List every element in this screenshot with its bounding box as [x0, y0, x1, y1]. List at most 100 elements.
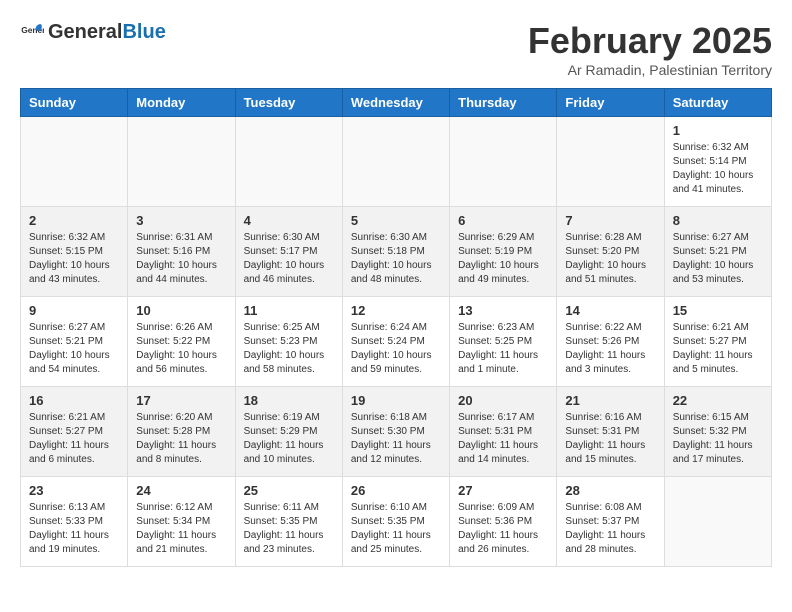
weekday-header: Tuesday	[235, 89, 342, 117]
calendar-cell: 27Sunrise: 6:09 AM Sunset: 5:36 PM Dayli…	[450, 477, 557, 567]
day-number: 12	[351, 303, 441, 318]
day-info: Sunrise: 6:24 AM Sunset: 5:24 PM Dayligh…	[351, 321, 441, 377]
day-number: 8	[673, 213, 763, 228]
day-number: 2	[29, 213, 119, 228]
day-number: 23	[29, 483, 119, 498]
day-info: Sunrise: 6:21 AM Sunset: 5:27 PM Dayligh…	[29, 411, 119, 467]
day-number: 28	[565, 483, 655, 498]
calendar-cell: 15 Sunrise: 6:21 AM Sunset: 5:27 PM Dayli…	[664, 297, 771, 387]
day-number: 26	[351, 483, 441, 498]
calendar-cell: 7 Sunrise: 6:28 AM Sunset: 5:20 PM Daylig…	[557, 207, 664, 297]
day-info: Sunrise: 6:16 AM Sunset: 5:31 PM Dayligh…	[565, 411, 655, 467]
calendar-cell: 16 Sunrise: 6:21 AM Sunset: 5:27 PM Dayli…	[21, 387, 128, 477]
calendar-cell: 18 Sunrise: 6:19 AM Sunset: 5:29 PM Dayli…	[235, 387, 342, 477]
title-area: February 2025 Ar Ramadin, Palestinian Te…	[528, 20, 772, 78]
calendar-week-row: 9 Sunrise: 6:27 AM Sunset: 5:21 PM Daylig…	[21, 297, 772, 387]
day-info: Sunrise: 6:17 AM Sunset: 5:31 PM Dayligh…	[458, 411, 548, 467]
logo-text-blue: Blue	[122, 21, 165, 43]
day-info: Sunrise: 6:28 AM Sunset: 5:20 PM Dayligh…	[565, 231, 655, 287]
day-number: 27	[458, 483, 548, 498]
calendar-week-row: 23Sunrise: 6:13 AM Sunset: 5:33 PM Dayli…	[21, 477, 772, 567]
header: General GeneralBlue February 2025 Ar Ram…	[20, 20, 772, 78]
day-number: 16	[29, 393, 119, 408]
calendar-cell: 9 Sunrise: 6:27 AM Sunset: 5:21 PM Daylig…	[21, 297, 128, 387]
day-number: 24	[136, 483, 226, 498]
day-info: Sunrise: 6:32 AM Sunset: 5:15 PM Dayligh…	[29, 231, 119, 287]
calendar-cell	[557, 117, 664, 207]
day-info: Sunrise: 6:32 AM Sunset: 5:14 PM Dayligh…	[673, 141, 763, 197]
day-number: 10	[136, 303, 226, 318]
day-number: 9	[29, 303, 119, 318]
calendar-cell: 2 Sunrise: 6:32 AM Sunset: 5:15 PM Daylig…	[21, 207, 128, 297]
calendar-cell: 25 Sunrise: 6:11 AM Sunset: 5:35 PM Dayli…	[235, 477, 342, 567]
day-number: 6	[458, 213, 548, 228]
day-info: Sunrise: 6:30 AM Sunset: 5:18 PM Dayligh…	[351, 231, 441, 287]
day-number: 25	[244, 483, 334, 498]
day-info: Sunrise: 6:27 AM Sunset: 5:21 PM Dayligh…	[29, 321, 119, 377]
day-info: Sunrise: 6:21 AM Sunset: 5:27 PM Dayligh…	[673, 321, 763, 377]
day-info: Sunrise: 6:20 AM Sunset: 5:28 PM Dayligh…	[136, 411, 226, 467]
day-info: Sunrise: 6:27 AM Sunset: 5:21 PM Dayligh…	[673, 231, 763, 287]
day-number: 4	[244, 213, 334, 228]
day-number: 20	[458, 393, 548, 408]
calendar-cell: 4Sunrise: 6:30 AM Sunset: 5:17 PM Daylig…	[235, 207, 342, 297]
logo-text-general: General	[48, 21, 122, 43]
weekday-header: Saturday	[664, 89, 771, 117]
calendar-cell: 17 Sunrise: 6:20 AM Sunset: 5:28 PM Dayli…	[128, 387, 235, 477]
calendar-cell: 10 Sunrise: 6:26 AM Sunset: 5:22 PM Dayli…	[128, 297, 235, 387]
day-info: Sunrise: 6:19 AM Sunset: 5:29 PM Dayligh…	[244, 411, 334, 467]
day-number: 11	[244, 303, 334, 318]
day-number: 17	[136, 393, 226, 408]
weekday-header: Wednesday	[342, 89, 449, 117]
logo-icon: General	[20, 20, 44, 44]
calendar-cell	[664, 477, 771, 567]
calendar-cell: 24 Sunrise: 6:12 AM Sunset: 5:34 PM Dayli…	[128, 477, 235, 567]
day-info: Sunrise: 6:31 AM Sunset: 5:16 PM Dayligh…	[136, 231, 226, 287]
calendar: SundayMondayTuesdayWednesdayThursdayFrid…	[20, 88, 772, 567]
calendar-cell	[235, 117, 342, 207]
calendar-week-row: 1 Sunrise: 6:32 AM Sunset: 5:14 PM Daylig…	[21, 117, 772, 207]
day-number: 18	[244, 393, 334, 408]
calendar-week-row: 16 Sunrise: 6:21 AM Sunset: 5:27 PM Dayli…	[21, 387, 772, 477]
day-number: 22	[673, 393, 763, 408]
day-number: 13	[458, 303, 548, 318]
location-subtitle: Ar Ramadin, Palestinian Territory	[528, 62, 772, 78]
calendar-cell: 11 Sunrise: 6:25 AM Sunset: 5:23 PM Dayli…	[235, 297, 342, 387]
day-info: Sunrise: 6:23 AM Sunset: 5:25 PM Dayligh…	[458, 321, 548, 377]
weekday-header: Thursday	[450, 89, 557, 117]
calendar-cell	[450, 117, 557, 207]
calendar-cell	[21, 117, 128, 207]
calendar-cell	[128, 117, 235, 207]
day-info: Sunrise: 6:12 AM Sunset: 5:34 PM Dayligh…	[136, 501, 226, 557]
day-number: 14	[565, 303, 655, 318]
calendar-cell: 5 Sunrise: 6:30 AM Sunset: 5:18 PM Daylig…	[342, 207, 449, 297]
day-number: 5	[351, 213, 441, 228]
calendar-cell: 28 Sunrise: 6:08 AM Sunset: 5:37 PM Dayli…	[557, 477, 664, 567]
day-info: Sunrise: 6:15 AM Sunset: 5:32 PM Dayligh…	[673, 411, 763, 467]
day-info: Sunrise: 6:25 AM Sunset: 5:23 PM Dayligh…	[244, 321, 334, 377]
day-info: Sunrise: 6:22 AM Sunset: 5:26 PM Dayligh…	[565, 321, 655, 377]
month-title: February 2025	[528, 20, 772, 62]
logo: General GeneralBlue	[20, 20, 166, 44]
day-info: Sunrise: 6:26 AM Sunset: 5:22 PM Dayligh…	[136, 321, 226, 377]
day-number: 3	[136, 213, 226, 228]
calendar-cell: 12 Sunrise: 6:24 AM Sunset: 5:24 PM Dayli…	[342, 297, 449, 387]
calendar-cell: 6Sunrise: 6:29 AM Sunset: 5:19 PM Daylig…	[450, 207, 557, 297]
day-info: Sunrise: 6:08 AM Sunset: 5:37 PM Dayligh…	[565, 501, 655, 557]
calendar-cell: 21 Sunrise: 6:16 AM Sunset: 5:31 PM Dayli…	[557, 387, 664, 477]
day-info: Sunrise: 6:11 AM Sunset: 5:35 PM Dayligh…	[244, 501, 334, 557]
day-number: 21	[565, 393, 655, 408]
day-number: 15	[673, 303, 763, 318]
weekday-header: Monday	[128, 89, 235, 117]
calendar-cell: 26Sunrise: 6:10 AM Sunset: 5:35 PM Dayli…	[342, 477, 449, 567]
calendar-cell: 23Sunrise: 6:13 AM Sunset: 5:33 PM Dayli…	[21, 477, 128, 567]
calendar-cell: 14 Sunrise: 6:22 AM Sunset: 5:26 PM Dayli…	[557, 297, 664, 387]
calendar-week-row: 2 Sunrise: 6:32 AM Sunset: 5:15 PM Daylig…	[21, 207, 772, 297]
calendar-cell: 19Sunrise: 6:18 AM Sunset: 5:30 PM Dayli…	[342, 387, 449, 477]
calendar-cell: 8 Sunrise: 6:27 AM Sunset: 5:21 PM Daylig…	[664, 207, 771, 297]
day-number: 7	[565, 213, 655, 228]
day-number: 1	[673, 123, 763, 138]
weekday-header-row: SundayMondayTuesdayWednesdayThursdayFrid…	[21, 89, 772, 117]
weekday-header: Friday	[557, 89, 664, 117]
calendar-cell: 13 Sunrise: 6:23 AM Sunset: 5:25 PM Dayli…	[450, 297, 557, 387]
